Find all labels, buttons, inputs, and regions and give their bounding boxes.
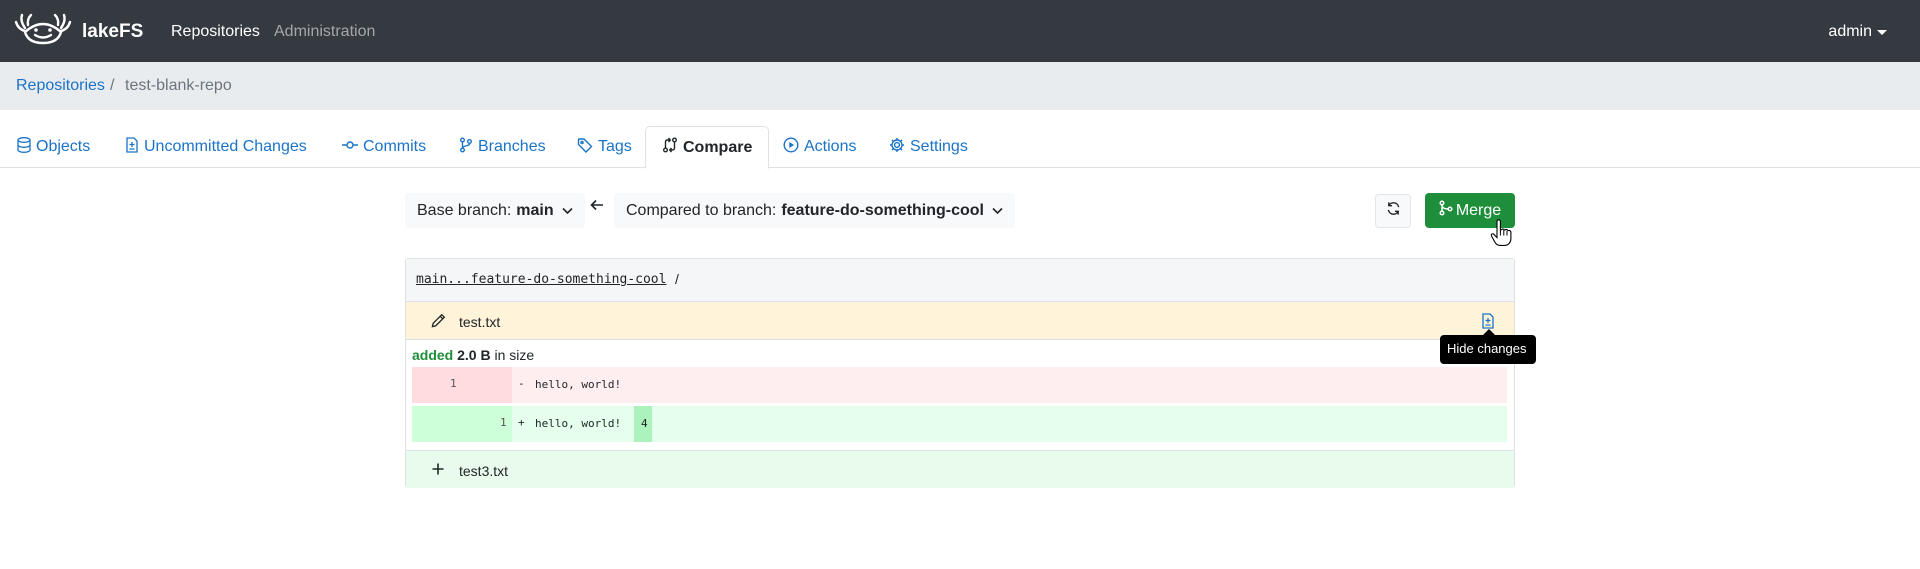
tag-icon — [577, 137, 598, 158]
compare-icon — [662, 137, 683, 158]
code-text: hello, world! — [535, 417, 622, 430]
compared-branch-label: Compared to branch: — [626, 201, 777, 219]
tab-label: Actions — [804, 138, 857, 155]
inline-change-highlight: 4 — [634, 406, 652, 442]
play-icon — [783, 136, 804, 158]
line-number: 1 — [450, 377, 457, 390]
hand-pointer-icon — [1490, 219, 1512, 252]
tab-label: Branches — [478, 138, 546, 155]
brand[interactable]: lakeFS — [14, 12, 143, 51]
code-text: hello, world! — [535, 378, 622, 391]
inline-change-text: 4 — [641, 417, 648, 430]
tab-settings[interactable]: Settings — [889, 126, 968, 168]
gear-icon — [889, 137, 910, 158]
breadcrumb: Repositories / test-blank-repo — [0, 62, 1920, 110]
added-file-name: test3.txt — [459, 463, 509, 479]
compared-branch-dropdown[interactable]: Compared to branch: feature-do-something… — [614, 193, 1015, 228]
nav-repositories[interactable]: Repositories — [171, 23, 260, 41]
file-diff-icon — [125, 136, 144, 158]
pencil-icon — [431, 313, 446, 331]
merge-icon — [1439, 200, 1456, 221]
base-branch-name: main — [516, 201, 554, 219]
axolotl-logo-icon — [14, 12, 72, 51]
size-change-suffix: in size — [494, 347, 535, 363]
arrow-left-icon — [590, 198, 604, 216]
tab-actions[interactable]: Actions — [783, 126, 856, 168]
tab-commits[interactable]: Commits — [342, 126, 426, 168]
tab-objects[interactable]: Objects — [17, 126, 90, 168]
added-file-row[interactable]: test3.txt — [406, 450, 1514, 488]
size-change-summary: added 2.0 B in size — [412, 347, 534, 363]
hide-changes-tooltip: Hide changes — [1440, 335, 1536, 364]
user-menu[interactable]: admin — [1828, 23, 1887, 41]
diff-sign: - — [518, 377, 525, 390]
database-icon — [17, 136, 36, 158]
diff-line-deleted: 1 - hello, world! — [412, 367, 1507, 403]
compared-branch-name: feature-do-something-cool — [781, 201, 984, 219]
line-gutter: 1 — [412, 406, 512, 442]
tab-label: Uncommitted Changes — [144, 138, 307, 155]
diff-line-inserted: 1 + hello, world! 4 — [412, 406, 1507, 442]
tab-label: Commits — [363, 138, 427, 155]
line-gutter: 1 — [412, 367, 512, 403]
diff-panel: main...feature-do-something-cool / test.… — [405, 258, 1515, 488]
tab-compare[interactable]: Compare — [645, 126, 770, 169]
changed-file-name: test.txt — [459, 314, 501, 330]
brand-name: lakeFS — [82, 20, 144, 42]
chevron-down-icon — [992, 202, 1003, 220]
commit-icon — [342, 137, 363, 158]
tab-label: Tags — [598, 138, 632, 155]
tab-tags[interactable]: Tags — [577, 126, 632, 168]
changed-file-row[interactable]: test.txt — [406, 302, 1514, 340]
size-change-amount: 2.0 B — [457, 347, 491, 363]
breadcrumb-current: test-blank-repo — [125, 77, 232, 94]
refresh-button[interactable] — [1375, 194, 1411, 228]
tab-branches[interactable]: Branches — [459, 126, 546, 168]
user-name: admin — [1828, 23, 1872, 40]
chevron-down-icon — [562, 202, 573, 220]
diff-panel-header: main...feature-do-something-cool / — [406, 259, 1514, 302]
tab-label: Compare — [683, 138, 753, 156]
nav-administration[interactable]: Administration — [274, 23, 375, 41]
diff-sign: + — [518, 416, 525, 429]
ref-link[interactable]: main...feature-do-something-cool — [416, 272, 666, 287]
base-branch-dropdown[interactable]: Base branch: main — [405, 193, 585, 228]
repo-tabs: Objects Uncommitted Changes Commits Bran… — [0, 126, 1920, 169]
line-number: 1 — [500, 416, 507, 429]
base-branch-label: Base branch: — [417, 201, 512, 219]
merge-label: Merge — [1455, 201, 1502, 219]
refresh-icon — [1386, 201, 1401, 221]
breadcrumb-repositories[interactable]: Repositories — [16, 77, 105, 95]
tab-label: Objects — [36, 138, 91, 155]
caret-down-icon — [1877, 29, 1887, 35]
top-navbar: lakeFS Repositories Administration admin — [0, 0, 1920, 62]
tab-label: Settings — [910, 138, 968, 155]
size-change-verb: added — [412, 347, 454, 363]
tab-uncommitted-changes[interactable]: Uncommitted Changes — [125, 126, 307, 168]
plus-icon — [431, 462, 445, 479]
branch-icon — [459, 137, 478, 158]
breadcrumb-separator: / — [110, 77, 115, 94]
ref-path-slash: / — [675, 271, 679, 287]
